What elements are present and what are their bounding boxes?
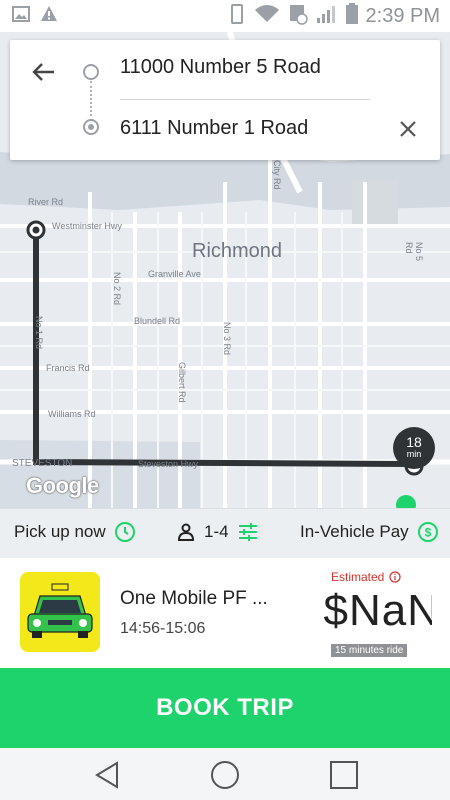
eta-value: 18: [406, 434, 422, 450]
battery-icon: [345, 2, 358, 30]
street-label: Gilbert Rd: [177, 362, 187, 403]
street-label: City Rd: [272, 160, 282, 190]
book-trip-button[interactable]: BOOK TRIP: [0, 668, 450, 748]
street-label: No 3 Rd: [222, 322, 232, 356]
city-label: Richmond: [192, 240, 283, 262]
payment-label: In-Vehicle Pay: [300, 522, 409, 541]
square-recents-icon: [330, 761, 358, 789]
route-card: 11000 Number 5 Road 6111 Number 1 Road: [10, 40, 440, 160]
street-label: Granville Ave: [148, 269, 201, 279]
eta-unit: min: [406, 449, 422, 459]
street-label: Westminster Hwy: [52, 221, 122, 231]
close-icon: [400, 121, 416, 137]
warning-icon: [40, 5, 58, 28]
origin-marker-icon: [83, 64, 99, 80]
person-icon: [177, 523, 195, 541]
info-icon[interactable]: [389, 571, 401, 583]
vehicle-time-window: 14:56-15:06: [120, 620, 206, 637]
passengers-option[interactable]: 1-4: [176, 521, 259, 543]
status-time: 2:39 PM: [365, 4, 440, 27]
passengers-label: 1-4: [204, 522, 229, 541]
signal-icon: [316, 4, 338, 29]
trip-options-bar: Pick up now 1-4 In-Vehicle Pay $: [0, 508, 450, 559]
nav-home-button[interactable]: [210, 760, 240, 790]
street-label: Blundell Rd: [134, 316, 181, 326]
nav-back-button[interactable]: [92, 760, 122, 790]
data-saver-icon: [288, 3, 308, 30]
clear-destination-button[interactable]: [396, 117, 420, 141]
clock-icon: [114, 522, 135, 542]
vehicle-name: One Mobile PF ...: [120, 588, 268, 609]
price-value: $NaN: [323, 586, 433, 635]
destination-field[interactable]: 6111 Number 1 Road: [120, 117, 308, 140]
wifi-icon: [254, 4, 280, 29]
vehicle-option-card[interactable]: One Mobile PF ... 14:56-15:06 Estimated …: [0, 558, 450, 668]
pickup-time-option[interactable]: Pick up now: [14, 521, 136, 543]
ride-duration-badge: 15 minutes ride: [331, 644, 408, 657]
payment-option[interactable]: In-Vehicle Pay $: [300, 521, 439, 543]
origin-field[interactable]: 11000 Number 5 Road: [120, 56, 321, 79]
taxi-company-logo: [20, 572, 100, 652]
street-label: No 1 Rd: [34, 316, 44, 350]
street-label: No 5 Rd: [404, 242, 424, 262]
google-attribution: Google: [26, 473, 99, 498]
circle-home-icon: [211, 761, 239, 789]
street-label: River Rd: [28, 197, 64, 207]
eta-badge: 18 min: [393, 427, 435, 469]
street-label: Francis Rd: [46, 363, 90, 373]
estimated-label: Estimated: [331, 570, 401, 584]
gallery-icon: [12, 5, 30, 28]
estimated-text: Estimated: [331, 570, 385, 584]
svg-text:$: $: [424, 526, 431, 540]
back-button[interactable]: [28, 56, 60, 88]
tune-icon: [238, 523, 257, 541]
status-bar: 2:39 PM: [0, 0, 450, 32]
nav-recents-button[interactable]: [329, 760, 359, 790]
divider: [120, 99, 370, 100]
vibrate-icon: [228, 3, 246, 30]
pickup-time-label: Pick up now: [14, 522, 106, 541]
vehicle-location-marker: [396, 495, 416, 508]
street-label: Williams Rd: [48, 409, 96, 419]
street-label: Steveston Hwy: [138, 459, 199, 469]
destination-marker-icon: [83, 119, 99, 135]
street-label: No 2 Rd: [112, 272, 122, 306]
street-label: STEVESTON: [12, 458, 73, 469]
route-connector: [90, 81, 92, 116]
system-nav-bar: [0, 748, 450, 800]
arrow-back-icon: [32, 63, 54, 81]
triangle-back-icon: [95, 761, 118, 789]
price-container: $NaN: [300, 586, 433, 638]
dollar-icon: $: [417, 522, 438, 542]
